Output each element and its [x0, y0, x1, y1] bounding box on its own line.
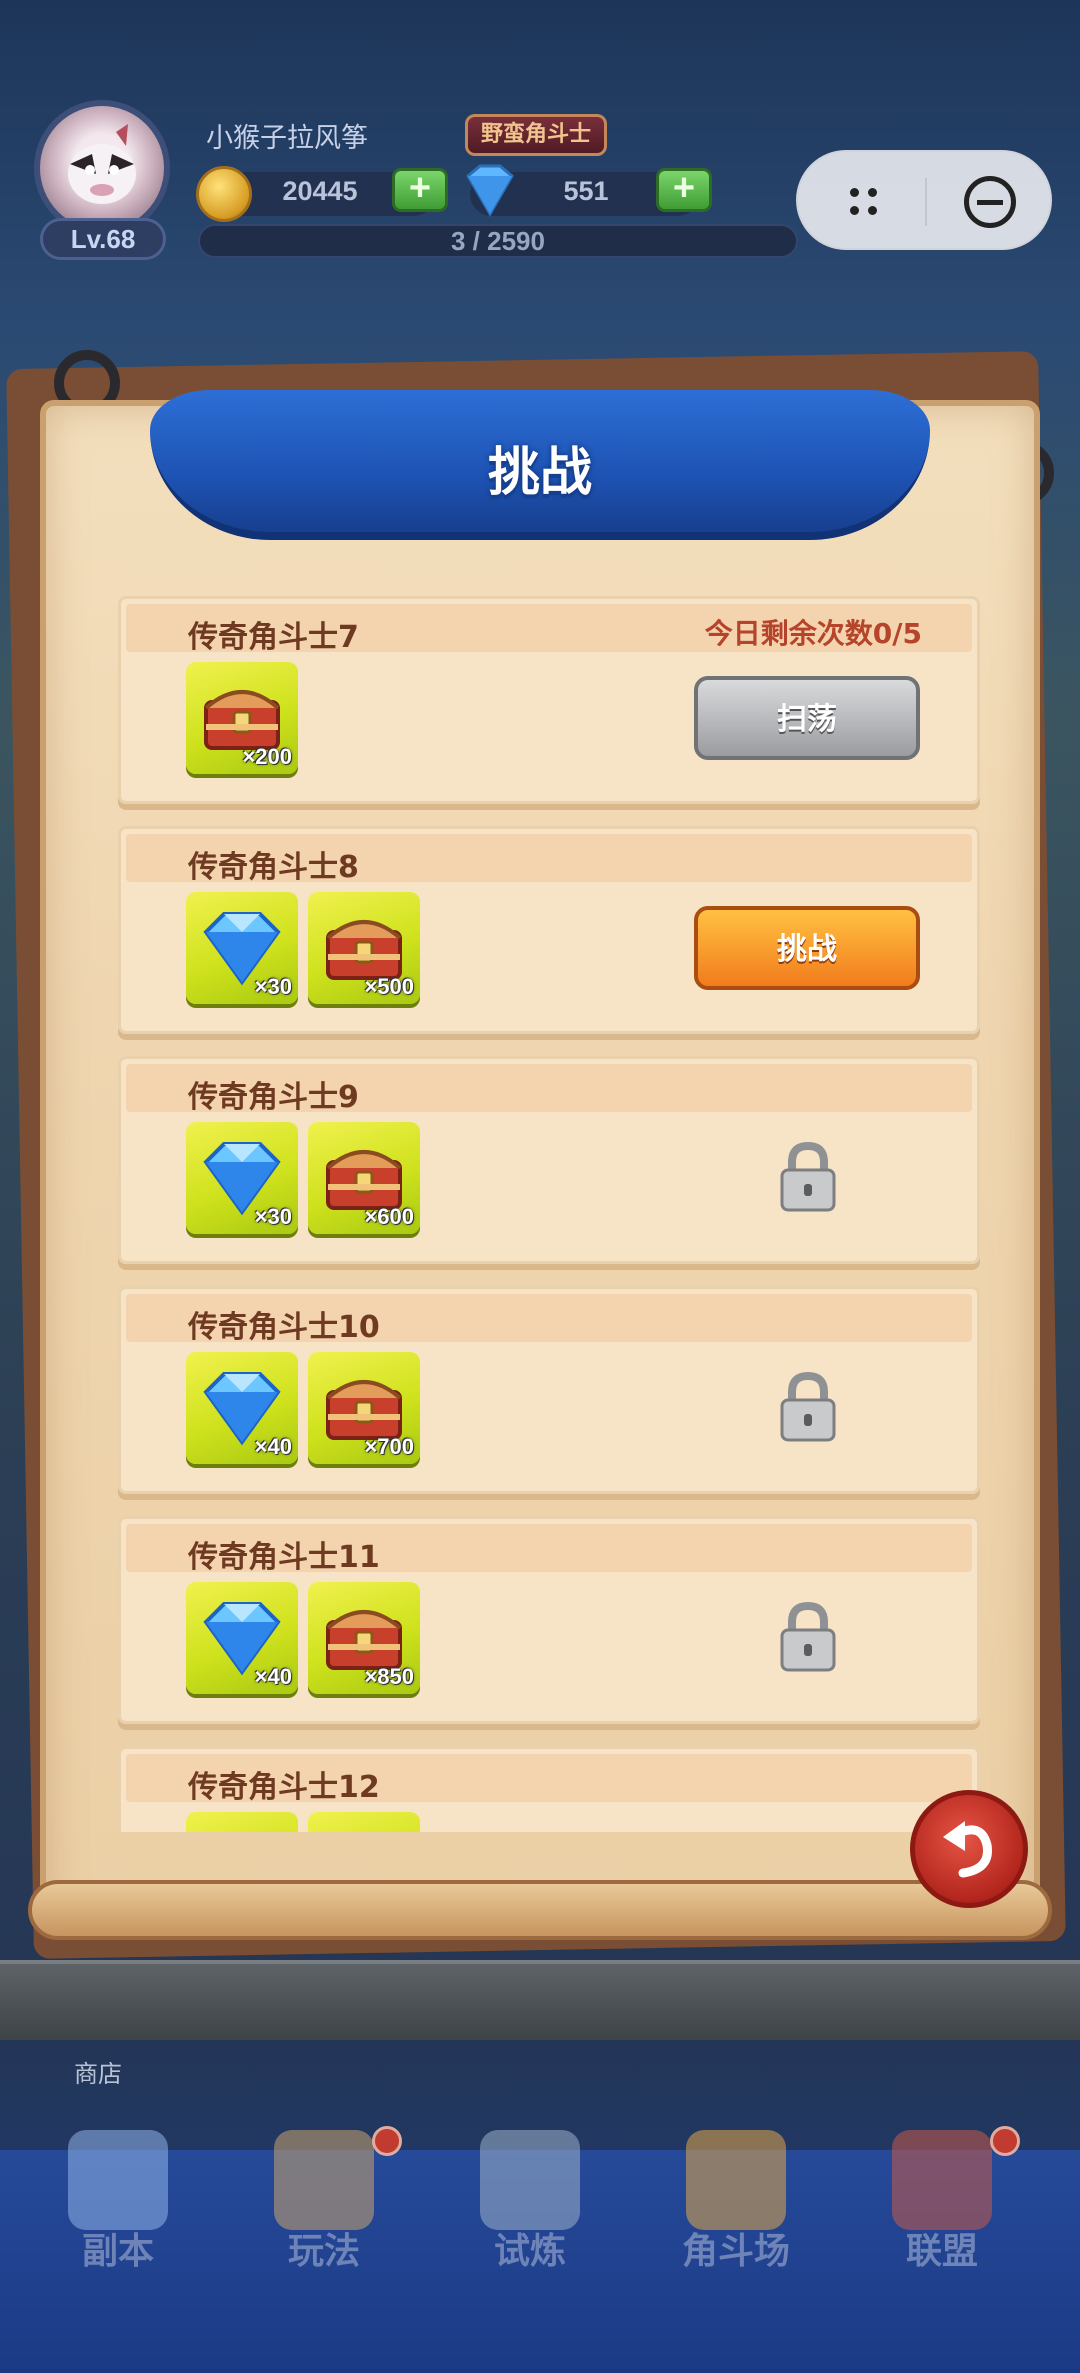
- reward-quantity: ×40: [254, 1434, 292, 1459]
- player-level: Lv.68: [40, 218, 166, 260]
- reward-item[interactable]: [308, 1812, 420, 1832]
- lock-icon: [778, 1371, 838, 1446]
- reward-item[interactable]: ×600: [308, 1122, 420, 1234]
- reward-item[interactable]: ×700: [308, 1352, 420, 1464]
- shop-label[interactable]: 商店: [74, 2054, 122, 2089]
- nav-label: 联盟: [905, 2231, 978, 2272]
- minimize-button[interactable]: [946, 170, 1034, 234]
- player-name: 小猴子拉风筝: [206, 123, 368, 154]
- gem-icon: [466, 164, 514, 217]
- challenge-button[interactable]: 挑战: [694, 906, 920, 990]
- challenge-row: 传奇角斗士7 今日剩余次数0/5 ×200 扫荡: [118, 596, 980, 804]
- reward-quantity: ×600: [364, 1204, 414, 1229]
- reward-item[interactable]: ×40: [186, 1582, 298, 1694]
- player-title-badge: 野蛮角斗士: [465, 114, 607, 156]
- reward-quantity: ×30: [254, 974, 292, 999]
- nav-item[interactable]: 角斗场: [646, 2130, 826, 2350]
- challenge-row: 传奇角斗士10 ×40 ×700: [118, 1286, 980, 1494]
- reward-quantity: ×200: [242, 744, 292, 769]
- add-gems-button[interactable]: +: [656, 168, 712, 212]
- notification-dot: [372, 2126, 402, 2156]
- level-name: 传奇角斗士12: [188, 1770, 380, 1805]
- reward-item[interactable]: ×40: [186, 1352, 298, 1464]
- panel-title: 挑战: [487, 443, 592, 503]
- scroll-bottom-roll: [28, 1880, 1052, 1940]
- nav-item[interactable]: 联盟: [852, 2126, 1032, 2350]
- reward-item[interactable]: ×850: [308, 1582, 420, 1694]
- gem-value: 551: [563, 176, 609, 206]
- nav-label: 副本: [81, 2231, 154, 2272]
- reward-quantity: ×850: [364, 1664, 414, 1689]
- alliance-banner-icon: [892, 2130, 992, 2230]
- nav-item[interactable]: 试炼: [440, 2130, 620, 2350]
- level-name: 传奇角斗士7: [188, 620, 359, 655]
- monkey-face-icon: [68, 124, 136, 204]
- reward-item[interactable]: ×30: [186, 892, 298, 1004]
- back-button[interactable]: [910, 1790, 1028, 1908]
- challenge-row: 传奇角斗士8 ×30 ×500 挑战: [118, 826, 980, 1034]
- challenge-row: 传奇角斗士9 ×30 ×600: [118, 1056, 980, 1264]
- challenge-list[interactable]: 传奇角斗士7 今日剩余次数0/5 ×200 扫荡 传奇角斗士8 ×30 ×500 挑战 传奇角斗…: [118, 596, 980, 1832]
- mini-program-capsule: [796, 150, 1052, 250]
- dungeon-icon: [68, 2130, 168, 2230]
- nav-label: 玩法: [287, 2231, 360, 2272]
- arena-shield-icon: [686, 2130, 786, 2230]
- top-hud: Lv.68 小猴子拉风筝 野蛮角斗士 20445 + 551 + 3 / 259…: [0, 0, 1080, 290]
- minus-icon: [977, 200, 1003, 205]
- nav-item[interactable]: 副本: [28, 2130, 208, 2350]
- coin-value: 20445: [282, 176, 358, 206]
- nav-item[interactable]: 玩法: [234, 2126, 414, 2350]
- level-name: 传奇角斗士9: [188, 1080, 359, 1115]
- reward-item[interactable]: ×200: [186, 662, 298, 774]
- return-arrow-icon: [943, 1821, 992, 1878]
- capsule-divider: [925, 178, 927, 226]
- lock-icon: [778, 1141, 838, 1216]
- stone-ledge: [0, 1960, 1080, 2040]
- gameplay-icon: [274, 2130, 374, 2230]
- remaining-attempts: 今日剩余次数0/5: [704, 617, 922, 650]
- chest-icon: [314, 1818, 414, 1832]
- diamond-icon: [192, 1818, 292, 1832]
- coin-icon: [196, 166, 252, 222]
- reward-quantity: ×30: [254, 1204, 292, 1229]
- reward-item[interactable]: [186, 1812, 298, 1832]
- challenge-row: 传奇角斗士12: [118, 1746, 980, 1832]
- exp-text: 3 / 2590: [451, 226, 545, 256]
- reward-quantity: ×40: [254, 1664, 292, 1689]
- reward-quantity: ×500: [364, 974, 414, 999]
- reward-item[interactable]: ×500: [308, 892, 420, 1004]
- nav-label: 试炼: [493, 2231, 566, 2272]
- player-avatar[interactable]: [34, 100, 170, 236]
- crossed-swords-icon: [480, 2130, 580, 2230]
- level-name: 传奇角斗士10: [188, 1310, 380, 1345]
- level-name: 传奇角斗士8: [188, 850, 359, 885]
- add-coins-button[interactable]: +: [392, 168, 448, 212]
- nav-label: 角斗场: [681, 2231, 790, 2272]
- more-options-button[interactable]: [818, 170, 906, 234]
- sweep-button[interactable]: 扫荡: [694, 676, 920, 760]
- level-name: 传奇角斗士11: [188, 1540, 380, 1575]
- challenge-row: 传奇角斗士11 ×40 ×850: [118, 1516, 980, 1724]
- lock-icon: [778, 1601, 838, 1676]
- reward-item[interactable]: ×30: [186, 1122, 298, 1234]
- notification-dot: [990, 2126, 1020, 2156]
- reward-quantity: ×700: [364, 1434, 414, 1459]
